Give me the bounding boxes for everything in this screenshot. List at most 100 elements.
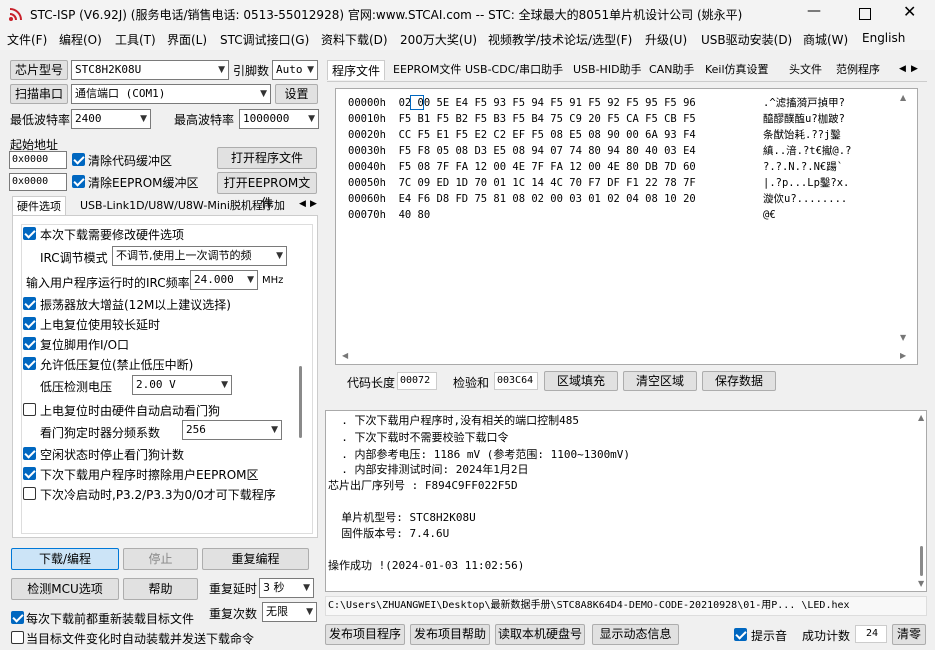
repeat-count-select[interactable]: 无限 ▼ [262, 602, 317, 622]
scrollbar-thumb[interactable] [299, 366, 302, 438]
menu-english[interactable]: English [862, 31, 905, 45]
menu-download[interactable]: 资料下载(D) [321, 31, 388, 48]
maximize-icon[interactable] [859, 8, 871, 20]
tab-program-file[interactable]: 程序文件 [327, 60, 386, 80]
modify-hw-label: 本次下载需要修改硬件选项 [40, 228, 185, 242]
stop-button[interactable]: 停止 [123, 548, 198, 570]
settings-button[interactable]: 设置 [275, 84, 318, 104]
hex-editor[interactable]: 00000h 02 00 5E E4 F5 93 F5 94 F5 91 F5 … [335, 88, 918, 365]
irc-freq-select[interactable]: 24.000 ▼ [190, 270, 258, 290]
tab-can[interactable]: CAN助手 [645, 60, 698, 80]
scroll-up-icon[interactable]: ▲ [900, 93, 906, 102]
tab-eeprom-file[interactable]: EEPROM文件 [389, 60, 465, 80]
chevron-down-icon: ▼ [247, 275, 254, 285]
checksum-label: 检验和 [453, 376, 490, 390]
idle-stop-wdt-label: 空闲状态时停止看门狗计数 [40, 448, 185, 462]
menu-tools[interactable]: 工具(T) [115, 31, 156, 48]
scan-port-button[interactable]: 扫描串口 [10, 84, 68, 104]
max-baud-label: 最高波特率 [174, 113, 235, 127]
idle-stop-wdt-checkbox[interactable] [23, 447, 36, 460]
clear-code-checkbox[interactable] [72, 153, 85, 166]
tab-program-encrypt[interactable]: 程序加 [248, 196, 289, 216]
help-button[interactable]: 帮助 [123, 578, 198, 600]
right-tab-strip: 程序文件 EEPROM文件 USB-CDC/串口助手 USB-HID助手 CAN… [327, 60, 927, 82]
wdt-div-select[interactable]: 256 ▼ [182, 420, 282, 440]
ascii-cell: .^滤搐漪戸揁甲? [763, 97, 845, 109]
chip-model-select[interactable]: STC8H2K08U ▼ [71, 60, 229, 80]
eeprom-start-addr-input[interactable]: 0x0000 [9, 173, 67, 191]
menu-file[interactable]: 文件(F) [7, 31, 47, 48]
min-baud-select[interactable]: 2400 ▼ [71, 109, 151, 129]
scroll-down-icon[interactable]: ▼ [900, 333, 906, 342]
tab-usb-link[interactable]: USB-Link1D/U8W/U8W-Mini脱机 [76, 196, 256, 216]
close-icon[interactable]: ✕ [903, 2, 916, 21]
tab-scroll-right-icon[interactable]: ▶ [911, 64, 918, 74]
log-line: 操作成功 !(2024-01-03 11:02:56) [328, 559, 525, 572]
clear-area-button[interactable]: 清空区域 [623, 371, 697, 391]
menu-prize[interactable]: 200万大奖(U) [400, 31, 477, 48]
menu-program[interactable]: 编程(O) [59, 31, 102, 48]
read-disk-id-button[interactable]: 读取本机硬盘号 [495, 624, 585, 645]
menu-usb-driver[interactable]: USB驱动安装(D) [701, 31, 792, 48]
max-baud-select[interactable]: 1000000 ▼ [239, 109, 319, 129]
repeat-delay-select[interactable]: 3 秒 ▼ [259, 578, 314, 598]
code-start-addr-input[interactable]: 0x0000 [9, 151, 67, 169]
menu-shop[interactable]: 商城(W) [803, 31, 848, 48]
publish-program-button[interactable]: 发布项目程序 [325, 624, 405, 645]
show-dynamic-info-button[interactable]: 显示动态信息 [592, 624, 679, 645]
port-select[interactable]: 通信端口 (COM1) ▼ [71, 84, 271, 104]
tab-examples[interactable]: 范例程序 [832, 60, 884, 80]
minimize-icon[interactable]: — [807, 3, 821, 19]
low-volt-select[interactable]: 2.00 V ▼ [132, 375, 232, 395]
irc-mode-select[interactable]: 不调节,使用上一次调节的频 ▼ [112, 246, 287, 266]
chevron-down-icon: ▼ [303, 583, 310, 593]
reset-count-button[interactable]: 清零 [892, 624, 926, 645]
log-line: . 内部参考电压: 1186 mV (参考范围: 1100~1300mV) [328, 448, 631, 461]
tab-header-file[interactable]: 头文件 [785, 60, 826, 80]
log-line: 芯片出厂序列号 : F894C9FF022F5D [328, 479, 518, 492]
erase-eeprom-checkbox[interactable] [23, 467, 36, 480]
menu-debug[interactable]: STC调试接口(G) [220, 31, 309, 48]
scroll-up-icon[interactable]: ▲ [918, 413, 924, 422]
menu-bar: 文件(F) 编程(O) 工具(T) 界面(L) STC调试接口(G) 资料下载(… [0, 28, 935, 50]
log-output[interactable]: . 下次下载用户程序时,没有相关的端口控制485 . 下次下载时不需要校验下载口… [325, 410, 927, 592]
tab-keil[interactable]: Keil仿真设置 [701, 60, 773, 80]
tab-usb-hid[interactable]: USB-HID助手 [569, 60, 646, 80]
irc-mode-label: IRC调节模式 [40, 251, 108, 265]
fill-area-button[interactable]: 区域填充 [544, 371, 618, 391]
menu-interface[interactable]: 界面(L) [167, 31, 207, 48]
download-program-button[interactable]: 下载/编程 [11, 548, 119, 570]
clear-eeprom-checkbox[interactable] [72, 175, 85, 188]
chevron-down-icon: ▼ [308, 114, 315, 124]
save-data-button[interactable]: 保存数据 [702, 371, 776, 391]
scrollbar-thumb[interactable] [920, 546, 923, 576]
power-delay-checkbox[interactable] [23, 317, 36, 330]
menu-upgrade[interactable]: 升级(U) [645, 31, 687, 48]
beep-checkbox[interactable] [734, 628, 747, 641]
open-eeprom-file-button[interactable]: 打开EEPROM文件 [217, 172, 317, 210]
modify-hw-checkbox[interactable] [23, 227, 36, 240]
tab-hardware-options[interactable]: 硬件选项 [12, 196, 66, 216]
menu-video[interactable]: 视频教学/技术论坛/选型(F) [488, 31, 632, 48]
osc-gain-checkbox[interactable] [23, 297, 36, 310]
detect-mcu-button[interactable]: 检测MCU选项 [11, 578, 119, 600]
reload-each-checkbox[interactable] [11, 611, 24, 624]
low-volt-reset-checkbox[interactable] [23, 357, 36, 370]
reset-io-checkbox[interactable] [23, 337, 36, 350]
scroll-down-icon[interactable]: ▼ [918, 579, 924, 588]
scroll-left-icon[interactable]: ◀ [342, 351, 348, 360]
auto-send-checkbox[interactable] [11, 631, 24, 644]
p32-p33-checkbox[interactable] [23, 487, 36, 500]
publish-help-button[interactable]: 发布项目帮助 [410, 624, 490, 645]
repeat-program-button[interactable]: 重复编程 [202, 548, 309, 570]
open-program-file-button[interactable]: 打开程序文件 [217, 147, 317, 169]
tab-scroll-right-icon[interactable]: ▶ [310, 199, 317, 209]
title-bar: STC-ISP (V6.92J) (服务电话/销售电话: 0513-550129… [0, 0, 935, 28]
scroll-right-icon[interactable]: ▶ [900, 351, 906, 360]
tab-scroll-left-icon[interactable]: ◀ [899, 64, 906, 74]
tab-usb-cdc[interactable]: USB-CDC/串口助手 [461, 60, 567, 80]
tab-scroll-left-icon[interactable]: ◀ [299, 199, 306, 209]
wdt-auto-checkbox[interactable] [23, 403, 36, 416]
pin-count-select[interactable]: Auto ▼ [272, 60, 318, 80]
hex-row: 00060h E4 F6 D8 FD 75 81 08 02 00 03 01 … [348, 193, 696, 205]
